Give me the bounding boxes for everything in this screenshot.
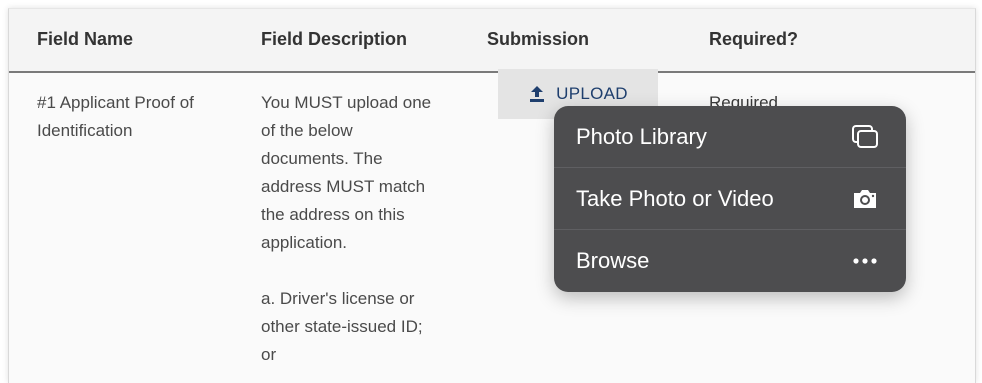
menu-item-photo-library[interactable]: Photo Library <box>554 106 906 168</box>
table-header: Field Name Field Description Submission … <box>9 9 975 73</box>
header-submission: Submission <box>487 29 590 49</box>
more-icon <box>850 246 880 276</box>
field-name-cell: #1 Applicant Proof of Identification <box>37 93 194 140</box>
menu-item-label: Take Photo or Video <box>576 185 774 211</box>
camera-icon <box>850 184 880 214</box>
header-field-description: Field Description <box>261 29 408 49</box>
menu-item-browse[interactable]: Browse <box>554 230 906 292</box>
upload-icon <box>528 85 546 103</box>
upload-label: UPLOAD <box>556 84 628 103</box>
field-description-cell: You MUST upload one of the below documen… <box>261 93 432 364</box>
menu-item-take-photo[interactable]: Take Photo or Video <box>554 168 906 230</box>
header-required: Required? <box>709 29 799 49</box>
menu-item-label: Browse <box>576 248 650 273</box>
header-field-name: Field Name <box>37 29 134 49</box>
photo-library-icon <box>850 122 880 152</box>
upload-options-menu: Photo Library Take Photo or Video Browse <box>554 106 906 292</box>
menu-item-label: Photo Library <box>576 123 707 149</box>
